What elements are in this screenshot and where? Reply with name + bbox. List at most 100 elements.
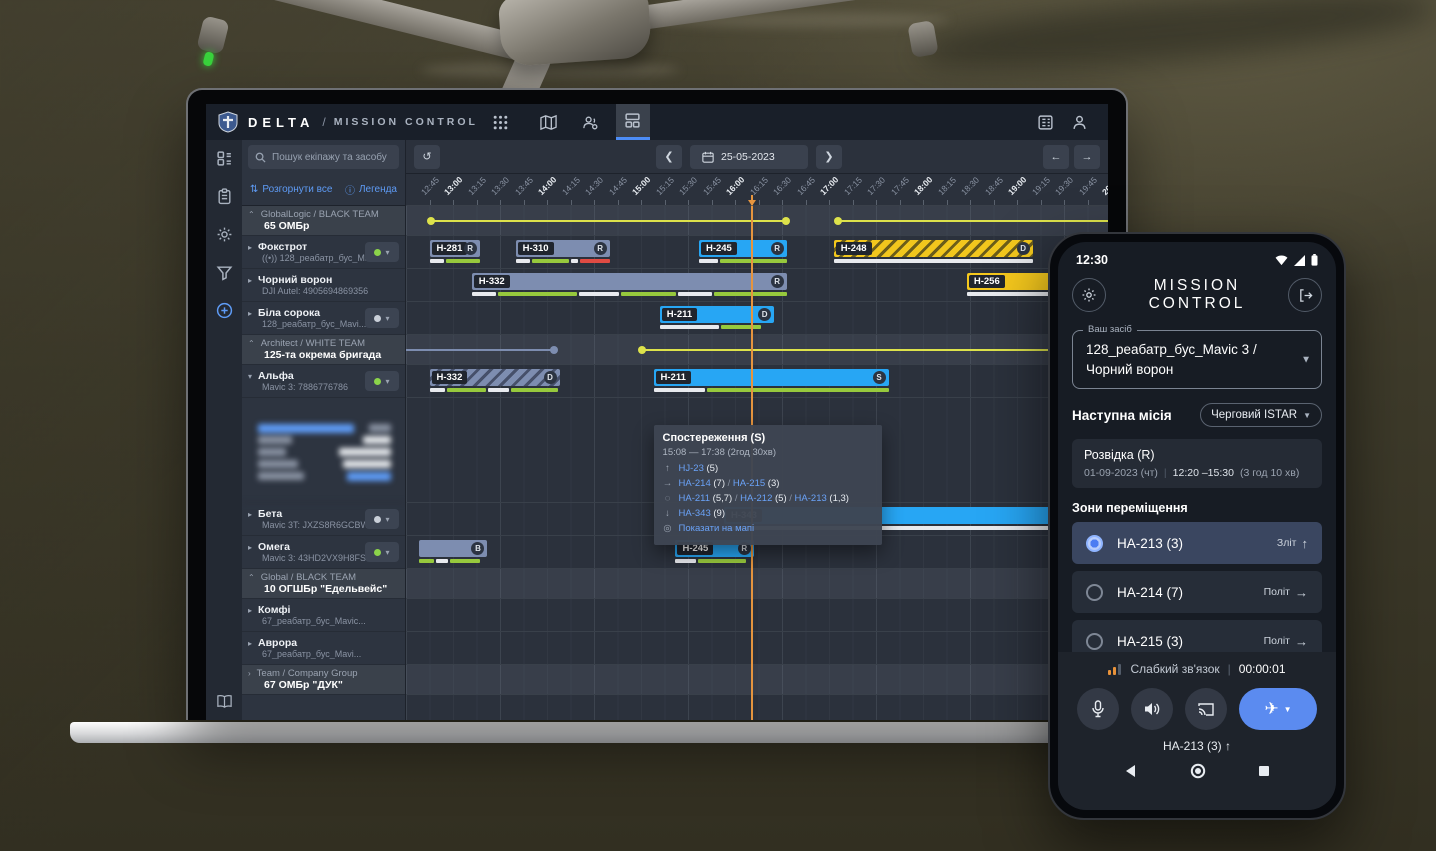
mission-bar-label: H-332 [432,371,468,384]
tooltip-title: Спостереження (S) [663,432,873,444]
clipboard-icon[interactable] [216,188,233,205]
speaker-button[interactable] [1131,688,1173,730]
planner-tab-icon[interactable] [616,104,650,140]
mission-bar[interactable]: H-332D [430,369,560,386]
zone-link[interactable]: НА-212 [740,493,772,504]
show-on-map-link[interactable]: ◎Показати на мапі [663,523,873,534]
settings-gear-icon[interactable] [216,226,233,243]
progress-segment [430,259,444,263]
phone-settings-button[interactable] [1072,278,1106,312]
mission-card[interactable]: Розвідка (R) 01-09-2023 (чт) | 12:20 –15… [1072,439,1322,488]
zone-list-item[interactable]: НА-214 (7)Політ→ [1072,571,1322,613]
reset-view-button[interactable]: ↺ [414,145,440,169]
mission-type-dropdown[interactable]: Черговий ISTAR ▼ [1200,403,1322,427]
status-chip[interactable]: ▾ [365,509,399,529]
zone-radio[interactable] [1086,584,1103,601]
zone-radio[interactable] [1086,633,1103,650]
prev-day-button[interactable]: ❮ [656,145,682,169]
tooltip-zone-row: ↑HJ-23 (5) [663,463,873,474]
timeline-tick: 14:45 [618,200,619,205]
status-chip[interactable]: ▾ [365,542,399,562]
crew-row[interactable]: ▸Чорний воронDJI Autel: 4905694869356 [242,269,405,302]
timeline-tick: 16:45 [806,200,807,205]
crew-row[interactable]: ▸ОмегаMavic 3: 43HD2VX9H8FS▾ [242,536,405,569]
zone-link[interactable]: НА-214 [679,478,711,489]
progress-segment [678,292,712,296]
team-group-row[interactable]: ⌃Architect / WHITE TEAM125-та окрема бри… [242,335,405,365]
progress-segment [660,325,719,329]
status-chip[interactable]: ▾ [365,371,399,391]
info-icon: ⓘ [345,182,355,197]
crew-row[interactable]: ▸Фокстрот((•)) 128_реабатр_бус_Mavic▾ [242,236,405,269]
search-input[interactable]: Пошук екіпажу та засобу [248,145,399,169]
filter-icon[interactable] [216,264,233,281]
crew-row[interactable]: ▾АльфаMavic 3: 7886776786▾ [242,365,405,398]
mission-span-line [430,220,787,222]
map-icon[interactable] [532,104,566,140]
next-mission-label: Наступна місія [1072,408,1172,423]
zone-link[interactable]: НА-213 [795,493,827,504]
nav-back-button[interactable] [1124,764,1138,778]
tooltip-time-range: 15:08 — 17:38 (2год 30хв) [663,447,873,458]
progress-segment [571,259,578,263]
add-button[interactable] [216,302,233,319]
zone-list-item[interactable]: НА-213 (3)Зліт↑ [1072,522,1322,564]
progress-segment [654,388,705,392]
timeline-tick: 18:00 [923,200,924,205]
team-group-row[interactable]: ›Team / Company Group67 ОМБр "ДУК" [242,665,405,695]
mission-bar[interactable]: H-211S [654,369,889,386]
cast-button[interactable] [1185,688,1227,730]
legend-link[interactable]: ⓘЛегенда [345,182,397,197]
battery-icon [1311,254,1318,266]
team-group-row[interactable]: ⌃GlobalLogic / BLACK TEAM65 ОМБр [242,206,405,236]
crew-details-redacted[interactable] [242,398,405,503]
date-picker[interactable]: 25-05-2023 [690,145,808,169]
crew-row[interactable]: ▸Біла сорока128_реабатр_бус_Mavi...▾ [242,302,405,335]
mission-bar[interactable]: H-332R [472,273,787,290]
zone-link[interactable]: HJ-23 [679,463,704,474]
scroll-right-button[interactable]: → [1074,145,1100,169]
next-day-button[interactable]: ❯ [816,145,842,169]
phone-logout-button[interactable] [1288,278,1322,312]
board-view-icon[interactable] [216,150,233,167]
mission-bar[interactable]: B [419,540,488,557]
handbook-icon[interactable] [216,693,233,710]
mission-bar[interactable]: H-248D [834,240,1033,257]
zone-link[interactable]: НА-215 [733,478,765,489]
mission-bar[interactable]: H-211D [660,306,774,323]
zone-count: (3) [765,478,779,489]
timeline-tick: 18:30 [970,200,971,205]
mission-bar[interactable]: H-310R [516,240,610,257]
apps-grid-icon[interactable] [484,104,518,140]
zone-radio[interactable] [1086,535,1103,552]
timeline-tick: 13:30 [500,200,501,205]
team-group-row[interactable]: ⌃Global / BLACK TEAM10 ОГШБр "Едельвейс" [242,569,405,599]
expand-all-link[interactable]: ⇅Розгорнути все [250,184,332,195]
mission-bar[interactable]: H-281R [430,240,480,257]
mission-type-badge: B [471,542,484,555]
zone-count: (5) [704,463,718,474]
profile-icon[interactable] [1062,104,1096,140]
phone-status-bar: 12:30 [1058,242,1336,272]
nav-recents-button[interactable] [1258,765,1270,777]
zone-count: / [732,493,740,504]
journal-icon[interactable] [1028,104,1062,140]
scroll-left-button[interactable]: ← [1043,145,1069,169]
crew-row[interactable]: ▸Комфі67_реабатр_бус_Mavic... [242,599,405,632]
zone-label: НА-213 (3) [1117,536,1183,551]
zone-link[interactable]: НА-343 [679,508,711,519]
zone-link[interactable]: НА-211 [679,493,711,504]
nav-home-button[interactable] [1190,763,1206,779]
status-chip[interactable]: ▾ [365,308,399,328]
crew-row[interactable]: ▸Аврора67_реабатр_бус_Mavi... [242,632,405,665]
teams-icon[interactable] [574,104,608,140]
crew-name: ▸Чорний ворон [248,274,399,286]
vehicle-select[interactable]: Ваш засіб 128_реабатр_бус_Mavic 3 / Чорн… [1072,330,1322,389]
mission-time: 12:20 –15:30 [1173,467,1234,479]
status-chip[interactable]: ▾ [365,242,399,262]
mission-bar[interactable]: H-245R [699,240,787,257]
crew-row[interactable]: ▸БетаMavic 3T: JXZS8R6GCBWV▾ [242,503,405,536]
mic-button[interactable] [1077,688,1119,730]
vehicle-select-label: Ваш засіб [1083,324,1137,335]
flight-mode-button[interactable]: ✈ ▼ [1239,688,1317,730]
